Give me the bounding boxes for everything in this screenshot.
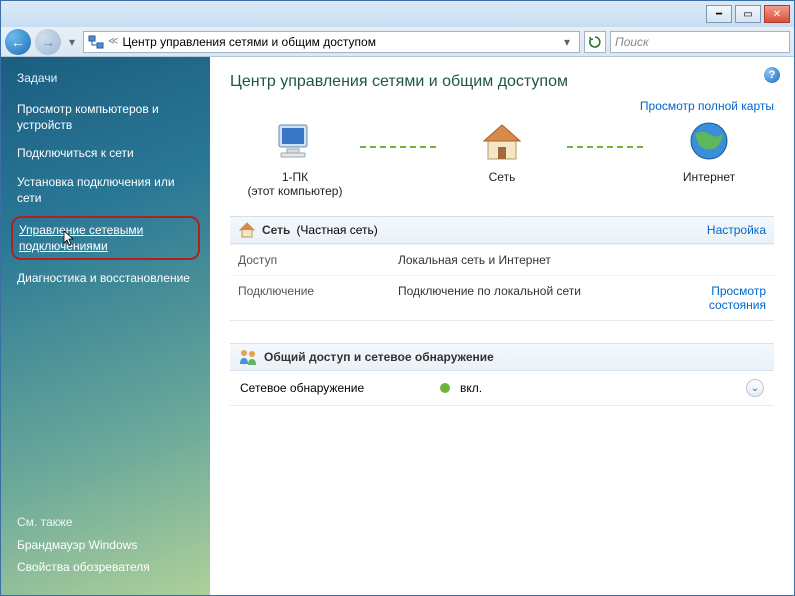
task-manage-connections[interactable]: Управление сетевыми подключениями (19, 222, 192, 254)
tasks-header: Задачи (17, 71, 194, 85)
people-icon (238, 348, 258, 366)
sharing-title: Общий доступ и сетевое обнаружение (264, 350, 494, 364)
sharing-section-header: Общий доступ и сетевое обнаружение (230, 343, 774, 371)
node-internet: Интернет (644, 119, 774, 198)
house-icon (478, 119, 526, 170)
computer-icon (271, 119, 319, 170)
node-pc-sublabel: (этот компьютер) (248, 184, 343, 198)
refresh-button[interactable] (584, 31, 606, 53)
titlebar: ━ ▭ ✕ (1, 1, 794, 27)
address-path: Центр управления сетями и общим доступом (122, 35, 376, 49)
connection-value: Подключение по локальной сети (390, 275, 674, 320)
network-discovery-row: Сетевое обнаружение вкл. ⌄ (230, 371, 774, 406)
window-frame: ━ ▭ ✕ ← → ▾ ≪ Центр управления сетями и … (0, 0, 795, 596)
task-diagnose-repair[interactable]: Диагностика и восстановление (17, 270, 194, 286)
network-type: (Частная сеть) (296, 223, 377, 237)
view-status-link[interactable]: Просмотр состояния (709, 284, 766, 312)
node-pc-label: 1-ПК (282, 170, 308, 184)
node-internet-label: Интернет (683, 170, 735, 184)
network-section-header: Сеть (Частная сеть) Настройка (230, 216, 774, 244)
connection-label: Подключение (230, 275, 390, 320)
network-details-grid: Доступ Локальная сеть и Интернет Подключ… (230, 244, 774, 321)
address-field[interactable]: ≪ Центр управления сетями и общим доступ… (83, 31, 580, 53)
discovery-value: вкл. (460, 381, 482, 395)
search-input[interactable]: Поиск (610, 31, 790, 53)
maximize-button[interactable]: ▭ (735, 5, 761, 23)
task-connect-network[interactable]: Подключиться к сети (17, 145, 194, 161)
node-network: Сеть (437, 119, 567, 198)
sidebar-see-also: См. также Брандмауэр Windows Свойства об… (17, 515, 194, 581)
help-icon[interactable]: ? (764, 67, 780, 83)
globe-icon (685, 119, 733, 170)
tasks-sidebar: Задачи Просмотр компьютеров и устройств … (1, 57, 210, 595)
connection-line (567, 146, 644, 148)
connection-line (360, 146, 437, 148)
access-value: Локальная сеть и Интернет (390, 244, 674, 275)
network-name: Сеть (262, 223, 290, 237)
access-label: Доступ (230, 244, 390, 275)
expand-button[interactable]: ⌄ (746, 379, 764, 397)
close-button[interactable]: ✕ (764, 5, 790, 23)
nav-history-dropdown[interactable]: ▾ (65, 35, 79, 49)
breadcrumb-drop-icon[interactable]: ≪ (108, 36, 118, 47)
task-view-computers[interactable]: Просмотр компьютеров и устройств (17, 101, 194, 133)
task-setup-connection[interactable]: Установка подключения или сети (17, 174, 194, 206)
nav-back-button[interactable]: ← (5, 29, 31, 55)
page-title: Центр управления сетями и общим доступом (230, 73, 774, 91)
status-on-icon (440, 383, 450, 393)
see-also-firewall[interactable]: Брандмауэр Windows (17, 537, 194, 553)
view-full-map-link[interactable]: Просмотр полной карты (640, 99, 774, 113)
network-center-icon (88, 34, 104, 50)
content-pane: ? Центр управления сетями и общим доступ… (210, 57, 794, 595)
search-placeholder: Поиск (615, 35, 649, 49)
address-dropdown-icon[interactable]: ▾ (559, 35, 575, 49)
nav-forward-button[interactable]: → (35, 29, 61, 55)
see-also-internet-options[interactable]: Свойства обозревателя (17, 559, 194, 575)
body-area: Задачи Просмотр компьютеров и устройств … (1, 57, 794, 595)
minimize-button[interactable]: ━ (706, 5, 732, 23)
customize-link[interactable]: Настройка (707, 223, 766, 237)
node-network-label: Сеть (489, 170, 516, 184)
see-also-header: См. также (17, 515, 194, 529)
network-map: 1-ПК (этот компьютер) Сеть (230, 119, 774, 198)
highlighted-task-frame: Управление сетевыми подключениями (11, 216, 200, 260)
house-icon (238, 221, 256, 239)
address-bar: ← → ▾ ≪ Центр управления сетями и общим … (1, 27, 794, 57)
discovery-label: Сетевое обнаружение (240, 381, 430, 395)
node-this-pc: 1-ПК (этот компьютер) (230, 119, 360, 198)
